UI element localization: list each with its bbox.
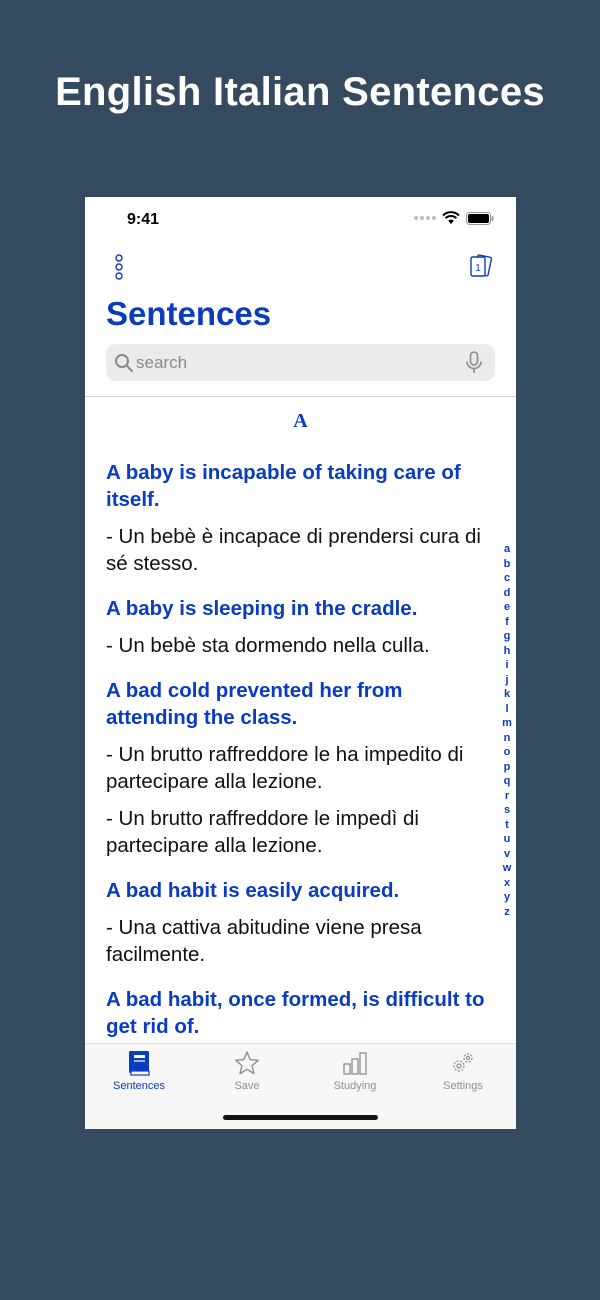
italian-translation: - Un brutto raffreddore le impedì di par… [106, 807, 419, 857]
wifi-icon [442, 211, 460, 224]
status-time: 9:41 [127, 211, 160, 228]
index-letter[interactable]: l [505, 702, 508, 717]
sentence-entry[interactable]: A bad habit, once formed, is difficult t… [106, 986, 486, 1040]
sentence-entry[interactable]: A baby is sleeping in the cradle. - Un be… [106, 595, 486, 659]
sentence-entry[interactable]: A baby is incapable of taking care of it… [106, 459, 486, 577]
index-letter[interactable]: x [504, 876, 510, 891]
tab-sentences[interactable]: Sentences [85, 1050, 193, 1092]
index-letter[interactable]: q [504, 774, 511, 789]
battery-icon [466, 211, 494, 225]
index-letter[interactable]: n [504, 731, 511, 746]
index-letter[interactable]: j [505, 673, 508, 688]
more-options-button[interactable] [111, 253, 127, 281]
index-letter[interactable]: d [504, 586, 511, 601]
phone-screen: 9:41 1 Sentences search A A baby is inca… [85, 197, 516, 1129]
section-header: A [293, 410, 308, 432]
tab-save[interactable]: Save [193, 1050, 301, 1092]
index-letter[interactable]: z [504, 905, 510, 920]
tab-studying[interactable]: Studying [301, 1050, 409, 1092]
cellular-signal-icon [414, 216, 436, 220]
home-indicator [223, 1115, 378, 1120]
gears-icon [453, 1053, 473, 1072]
book-icon [129, 1051, 150, 1076]
italian-translation: - Una cattiva abitudine viene presa faci… [106, 916, 422, 966]
index-letter[interactable]: h [504, 644, 511, 659]
index-letter[interactable]: v [504, 847, 510, 862]
index-letter[interactable]: m [502, 716, 512, 731]
status-icons [414, 211, 494, 225]
tab-label: Studying [333, 1080, 377, 1092]
index-letter[interactable]: w [503, 861, 512, 876]
english-sentence[interactable]: A bad habit, once formed, is difficult t… [106, 986, 486, 1040]
index-letter[interactable]: o [504, 745, 511, 760]
flashcards-button[interactable]: 1 [468, 253, 494, 281]
index-letter[interactable]: r [505, 789, 509, 804]
index-letter[interactable]: t [505, 818, 509, 833]
index-letter[interactable]: y [504, 890, 510, 905]
sentence-list[interactable]: A A baby is incapable of taking care of … [85, 397, 516, 1043]
page-title: Sentences [106, 295, 272, 332]
tab-label: Save [234, 1080, 260, 1092]
english-sentence[interactable]: A baby is sleeping in the cradle. [106, 595, 486, 622]
entries-container: A baby is incapable of taking care of it… [106, 459, 486, 1043]
index-letter[interactable]: a [504, 542, 510, 557]
english-sentence[interactable]: A baby is incapable of taking care of it… [106, 459, 486, 513]
italian-translation: - Un brutto raffreddore le ha impedito d… [106, 743, 464, 793]
alphabet-index[interactable]: abcdefghijklmnopqrstuvwxyz [498, 542, 516, 919]
english-sentence[interactable]: A bad cold prevented her from attending … [106, 677, 486, 731]
search-bar[interactable] [106, 344, 495, 381]
promo-headline: English Italian Sentences [55, 70, 545, 114]
index-letter[interactable]: f [505, 615, 509, 630]
microphone-icon[interactable] [465, 351, 483, 375]
status-bar: 9:41 [85, 197, 516, 241]
italian-translation: - Un bebè sta dormendo nella culla. [106, 634, 430, 657]
english-sentence[interactable]: A bad habit is easily acquired. [106, 877, 486, 904]
index-letter[interactable]: i [505, 658, 508, 673]
flashcards-badge: 1 [475, 263, 481, 274]
italian-translation: - Un bebè è incapace di prendersi cura d… [106, 525, 481, 575]
search-input[interactable] [136, 348, 456, 377]
star-icon [235, 1051, 259, 1075]
tab-settings[interactable]: Settings [409, 1050, 516, 1092]
sentence-entry[interactable]: A bad habit is easily acquired. - Una cat… [106, 877, 486, 968]
index-letter[interactable]: p [504, 760, 511, 775]
index-letter[interactable]: k [504, 687, 510, 702]
index-letter[interactable]: c [504, 571, 510, 586]
index-letter[interactable]: u [504, 832, 511, 847]
bar-chart-icon [343, 1052, 367, 1075]
index-letter[interactable]: b [504, 557, 511, 572]
tab-label: Settings [443, 1080, 483, 1092]
sentence-entry[interactable]: A bad cold prevented her from attending … [106, 677, 486, 859]
index-letter[interactable]: e [504, 600, 510, 615]
search-icon [115, 354, 133, 372]
index-letter[interactable]: g [504, 629, 511, 644]
tab-label: Sentences [113, 1080, 165, 1092]
flashcards-icon: 1 [470, 254, 493, 277]
navigation-bar: 1 [85, 249, 516, 283]
index-letter[interactable]: s [504, 803, 510, 818]
